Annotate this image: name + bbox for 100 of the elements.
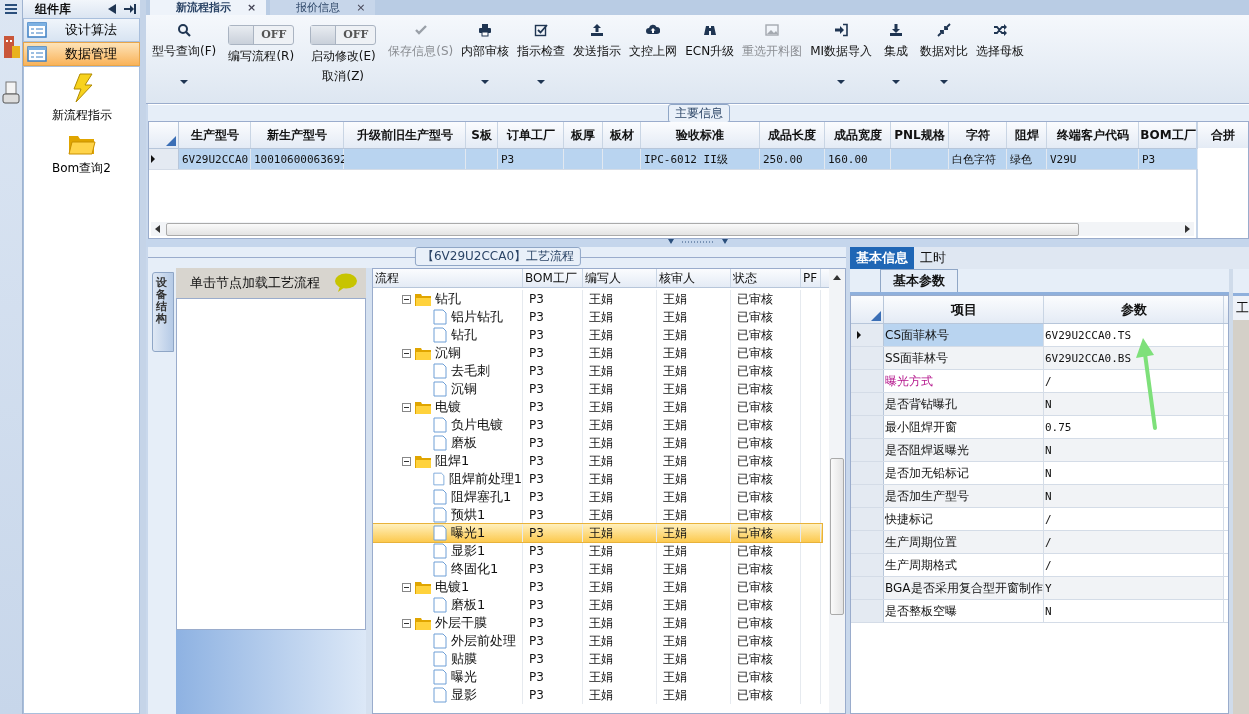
toolbar-button[interactable]: 指示检查 [513,17,570,84]
scroll-up-icon[interactable] [833,275,841,280]
vertical-tab[interactable]: 设备结构 [152,272,174,352]
toggle-switch[interactable]: OFF [228,25,295,45]
column-header[interactable]: 参数 [1044,296,1224,323]
tree-row[interactable]: 外层前处理 P3 王娟 王娟 已审核 [373,632,822,650]
tree-row[interactable]: 沉铜 P3 王娟 王娟 已审核 [373,380,822,398]
tree-row[interactable]: 磨板1 P3 王娟 王娟 已审核 [373,596,822,614]
toolbar-button[interactable]: 选择母板 [972,17,1029,60]
tab[interactable]: 基本信息 [850,247,914,269]
column-header[interactable]: BOM工厂 [523,269,583,287]
tree-row[interactable]: 电镀1 P3 王娟 王娟 已审核 [373,578,822,596]
column-header[interactable]: 生产型号 [179,122,251,148]
table-row[interactable]: 是否整板空曝 N [851,600,1228,623]
close-icon[interactable]: × [356,1,366,14]
document-tab[interactable]: 新流程指示 × [150,0,267,15]
toolbar-button[interactable]: 数据对比 [916,17,973,84]
scroll-right-icon[interactable] [1185,225,1190,233]
toggle-switch[interactable]: OFF [310,25,377,45]
toolbar-button[interactable]: 内部审核 [457,17,514,84]
tree-row[interactable]: 显影1 P3 王娟 王娟 已审核 [373,542,822,560]
caret-icon[interactable] [180,80,189,84]
tree-row[interactable]: 显影 P3 王娟 王娟 已审核 [373,686,822,704]
column-header[interactable]: 成品长度 [760,122,825,148]
caret-icon[interactable] [940,80,949,84]
column-header[interactable]: 字符 [949,122,1007,148]
menu-icon[interactable] [5,4,17,14]
tool-item[interactable]: Bom查询2 [52,132,111,177]
table-row[interactable]: 是否阻焊返曝光 N [851,439,1228,462]
tab[interactable]: 工 [1233,296,1249,320]
caret-icon[interactable] [892,80,901,84]
toolbar-button[interactable]: 集成 [876,17,917,84]
tree-row[interactable]: 曝光 P3 王娟 王娟 已审核 [373,668,822,686]
column-header[interactable]: PNL规格 [891,122,949,148]
collapse-arrow-icon[interactable] [108,4,116,14]
caret-icon[interactable] [481,80,490,84]
column-header[interactable]: 核审人 [657,269,731,287]
tree-row[interactable]: 磨板 P3 王娟 王娟 已审核 [373,434,822,452]
column-header[interactable]: 阻焊 [1007,122,1047,148]
caret-icon[interactable] [537,80,546,84]
close-icon[interactable]: × [247,1,257,14]
column-header[interactable]: PF [801,269,821,287]
building-icon[interactable] [2,34,20,60]
toolbar-button[interactable]: 发送指示 [569,17,626,60]
tree-row[interactable]: 电镀 P3 王娟 王娟 已审核 [373,398,822,416]
tree-row[interactable]: 曝光1 P3 王娟 王娟 已审核 [373,524,822,542]
scroll-left-icon[interactable] [155,225,160,233]
column-header[interactable]: 项目 [884,296,1044,323]
document-tab[interactable]: 报价信息 × [270,0,376,15]
table-row[interactable]: CS面菲林号 6V29U2CCA0.TS [851,324,1228,347]
table-row[interactable]: 是否背钻曝孔 N [851,393,1228,416]
toolbar-button[interactable]: MI数据导入 [806,17,877,84]
tree-row[interactable]: 钻孔 P3 王娟 王娟 已审核 [373,326,822,344]
tree-row[interactable]: 钻孔 P3 王娟 王娟 已审核 [373,290,822,308]
tree-row[interactable]: 阻焊塞孔1 P3 王娟 王娟 已审核 [373,488,822,506]
pin-icon[interactable] [124,4,136,14]
collapse-icon[interactable] [402,456,411,466]
table-row[interactable]: BGA是否采用复合型开窗制作 Y [851,577,1228,600]
tree-row[interactable]: 外层干膜 P3 王娟 王娟 已审核 [373,614,822,632]
column-header[interactable]: S板 [466,122,498,148]
tab[interactable]: 基本参数 [880,269,958,292]
collapse-icon[interactable] [402,294,411,304]
toolbar-button[interactable]: ECN升级 [681,17,739,60]
column-header[interactable]: 终端客户代码 [1047,122,1139,148]
collapse-icon[interactable] [402,618,411,628]
column-header[interactable]: 流程 [373,269,523,287]
table-row[interactable]: 6V29U2CCA0 10010600063692 P3 IPC-6012 II级 250.00 160.00 白色字符 绿色 V29U P3 [149,149,1196,170]
column-header[interactable]: 编写人 [583,269,657,287]
column-header[interactable]: 验收标准 [641,122,760,148]
sidebar-item[interactable]: 设计算法 [23,18,140,42]
column-header[interactable]: 新生产型号 [251,122,344,148]
column-header[interactable]: 升级前旧生产型号 [344,122,466,148]
splitter-handle-icon[interactable] [667,239,728,245]
table-row[interactable]: 生产周期位置 / [851,531,1228,554]
toolbar-button[interactable]: 型号查询(F) [148,17,221,84]
column-header[interactable]: 合拼 [1198,122,1248,148]
sidebar-item[interactable]: 数据管理 [23,42,140,66]
tree-row[interactable]: 铝片钻孔 P3 王娟 王娟 已审核 [373,308,822,326]
column-header[interactable]: 板材 [603,122,641,148]
column-header[interactable]: 状态 [731,269,801,287]
collapse-icon[interactable] [402,582,411,592]
column-header[interactable]: 板厚 [564,122,603,148]
tree-row[interactable]: 阻焊1 P3 王娟 王娟 已审核 [373,452,822,470]
table-row[interactable]: 是否加生产型号 N [851,485,1228,508]
table-row[interactable]: SS面菲林号 6V29U2CCA0.BS [851,347,1228,370]
tree-row[interactable]: 沉铜 P3 王娟 王娟 已审核 [373,344,822,362]
column-header[interactable]: 成品宽度 [825,122,891,148]
toolbar-button[interactable]: 文控上网 [625,17,682,60]
tree-row[interactable]: 贴膜 P3 王娟 王娟 已审核 [373,650,822,668]
scrollbar-thumb[interactable] [166,222,1079,236]
caret-icon[interactable] [837,80,846,84]
tree-row[interactable]: 负片电镀 P3 王娟 王娟 已审核 [373,416,822,434]
column-header[interactable]: 订单工厂 [498,122,564,148]
collapse-icon[interactable] [402,348,411,358]
tree-row[interactable]: 去毛刺 P3 王娟 王娟 已审核 [373,362,822,380]
scrollbar-thumb[interactable] [830,458,844,615]
tool-item[interactable]: 新流程指示 [51,73,112,124]
collapse-icon[interactable] [402,402,411,412]
tab[interactable]: 工时 [914,247,952,269]
tree-row[interactable]: 终固化1 P3 王娟 王娟 已审核 [373,560,822,578]
